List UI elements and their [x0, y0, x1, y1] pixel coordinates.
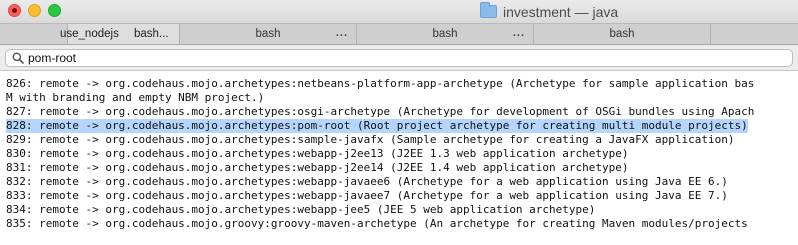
tab-bash-1[interactable]: bash ... [180, 24, 357, 44]
zoom-window-button[interactable] [48, 4, 61, 17]
window-title-text: investment — java [503, 3, 619, 20]
terminal-line: 832: remote -> org.codehaus.mojo.archety… [6, 175, 728, 188]
minimize-window-button[interactable] [28, 4, 41, 17]
terminal-line: 835: remote -> org.codehaus.mojo.groovy:… [6, 217, 748, 230]
tab-label: bash [609, 28, 635, 40]
terminal-line: 826: remote -> org.codehaus.mojo.archety… [6, 77, 755, 90]
tab-label-secondary: bash... [134, 28, 169, 40]
search-icon [12, 52, 24, 64]
tab-label: bash [255, 28, 281, 40]
tab-bash-2[interactable]: bash ... [357, 24, 534, 44]
tab-leading[interactable] [0, 24, 68, 44]
tab-empty[interactable] [711, 24, 798, 44]
terminal-output[interactable]: 826: remote -> org.codehaus.mojo.archety… [0, 71, 798, 245]
tab-bar: use_nodejs bash... bash ... bash ... bas… [0, 23, 798, 45]
tab-bash-3[interactable]: bash [534, 24, 711, 44]
search-input[interactable]: pom-root [5, 49, 793, 67]
terminal-line: 831: remote -> org.codehaus.mojo.archety… [6, 161, 629, 174]
terminal-line: 833: remote -> org.codehaus.mojo.archety… [6, 189, 728, 202]
search-input-value: pom-root [28, 51, 77, 65]
tab-use-nodejs[interactable]: use_nodejs bash... [60, 24, 180, 44]
tab-overflow-dots[interactable]: ... [513, 27, 525, 39]
title-bar: investment — java [0, 0, 798, 23]
close-window-button[interactable] [8, 4, 21, 17]
terminal-line-highlighted: 828: remote -> org.codehaus.mojo.archety… [6, 119, 748, 133]
terminal-line: 829: remote -> org.codehaus.mojo.archety… [6, 133, 735, 146]
terminal-line: M with branding and empty NBM project.) [6, 91, 265, 104]
terminal-line: 834: remote -> org.codehaus.mojo.archety… [6, 203, 596, 216]
terminal-scrollbar[interactable] [792, 71, 798, 245]
find-bar: pom-root [0, 45, 798, 71]
tab-label: bash [432, 28, 458, 40]
window-title: investment — java [480, 2, 619, 20]
folder-icon [480, 2, 497, 18]
terminal-line: 827: remote -> org.codehaus.mojo.archety… [6, 105, 755, 118]
terminal-line: 830: remote -> org.codehaus.mojo.archety… [6, 147, 629, 160]
tab-overflow-dots[interactable]: ... [336, 27, 348, 39]
tab-label: use_nodejs [60, 28, 119, 40]
